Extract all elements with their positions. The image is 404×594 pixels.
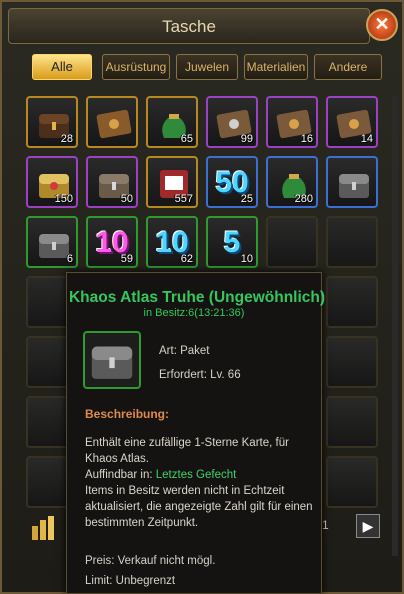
item-count: 99 — [240, 133, 253, 145]
item-requirement: Erfordert: Lv. 66 — [159, 369, 241, 381]
next-page-button[interactable]: ▶ — [356, 514, 380, 538]
inventory-slot[interactable]: 50 — [86, 156, 138, 208]
found-in-line: Auffindbar in: Letztes Gefecht — [85, 467, 317, 483]
inventory-slot[interactable]: 16 — [266, 96, 318, 148]
item-count: 16 — [300, 133, 313, 145]
item-count: 59 — [120, 253, 133, 265]
inventory-slot[interactable]: 65 — [146, 96, 198, 148]
description-text-2: Items in Besitz werden nicht in Echtzeit… — [85, 485, 313, 529]
card-pack-icon — [96, 109, 132, 139]
item-limit: Limit: Unbegrenzt — [85, 575, 176, 587]
pager: 1/1 ▶ — [312, 514, 382, 538]
title-bar: Tasche — [8, 8, 370, 44]
inventory-slot[interactable] — [326, 156, 378, 208]
item-title: Khaos Atlas Truhe (Ungewöhnlich) — [68, 289, 326, 306]
inventory-slot[interactable]: 14 — [326, 96, 378, 148]
empty-slot[interactable] — [326, 216, 378, 268]
inventory-scrollbar[interactable] — [392, 96, 398, 556]
inventory-slot[interactable]: 99 — [206, 96, 258, 148]
item-count: 28 — [60, 133, 73, 145]
inventory-slot[interactable]: 10 62 — [146, 216, 198, 268]
inventory-slot[interactable]: 50 25 — [206, 156, 258, 208]
item-count: 557 — [174, 193, 193, 205]
item-type: Art: Paket — [159, 345, 210, 357]
silver-chest-icon — [91, 346, 133, 379]
tab-materials[interactable]: Materialien — [244, 54, 308, 80]
found-in-label: Auffindbar in: — [85, 469, 156, 481]
item-count: 65 — [180, 133, 193, 145]
inventory-slot[interactable]: 28 — [26, 96, 78, 148]
empty-slot[interactable] — [326, 336, 378, 388]
description-text-1: Enthält eine zufällige 1-Sterne Karte, f… — [85, 437, 289, 465]
item-icon — [83, 331, 141, 389]
inventory-slot[interactable]: 6 — [26, 216, 78, 268]
item-count: 150 — [54, 193, 73, 205]
inventory-slot[interactable]: 5 10 — [206, 216, 258, 268]
found-in-link[interactable]: Letztes Gefecht — [156, 469, 237, 481]
item-count: 25 — [240, 193, 253, 205]
tab-all[interactable]: Alle — [32, 54, 92, 80]
item-owned: in Besitz:6(13:21:36) — [143, 307, 245, 319]
empty-slot[interactable] — [326, 396, 378, 448]
item-price: Preis: Verkauf nicht mögl. — [85, 555, 216, 567]
inventory-slot[interactable]: 557 — [146, 156, 198, 208]
tab-equipment[interactable]: Ausrüstung — [102, 54, 170, 80]
item-count: 50 — [120, 193, 133, 205]
item-description: Enthält eine zufällige 1-Sterne Karte, f… — [85, 435, 317, 531]
empty-slot[interactable] — [266, 216, 318, 268]
coins-icon[interactable] — [26, 510, 66, 544]
item-count: 280 — [294, 193, 313, 205]
inventory-slot[interactable] — [86, 96, 138, 148]
inventory-slot[interactable]: 150 — [26, 156, 78, 208]
silver-chest-icon — [339, 174, 369, 198]
empty-slot[interactable] — [326, 456, 378, 508]
inventory-slot[interactable]: 10 59 — [86, 216, 138, 268]
item-count: 62 — [180, 253, 193, 265]
inventory-slot[interactable]: 280 — [266, 156, 318, 208]
item-count: 10 — [240, 253, 253, 265]
item-count: 14 — [360, 133, 373, 145]
item-tooltip: Khaos Atlas Truhe (Ungewöhnlich) in Besi… — [66, 272, 325, 594]
tab-other[interactable]: Andere — [314, 54, 382, 80]
close-icon[interactable]: ✕ — [366, 9, 398, 41]
item-count: 6 — [66, 253, 73, 265]
window-title: Tasche — [162, 17, 216, 36]
tab-jewels[interactable]: Juwelen — [176, 54, 238, 80]
description-heading: Beschreibung: — [85, 407, 170, 421]
